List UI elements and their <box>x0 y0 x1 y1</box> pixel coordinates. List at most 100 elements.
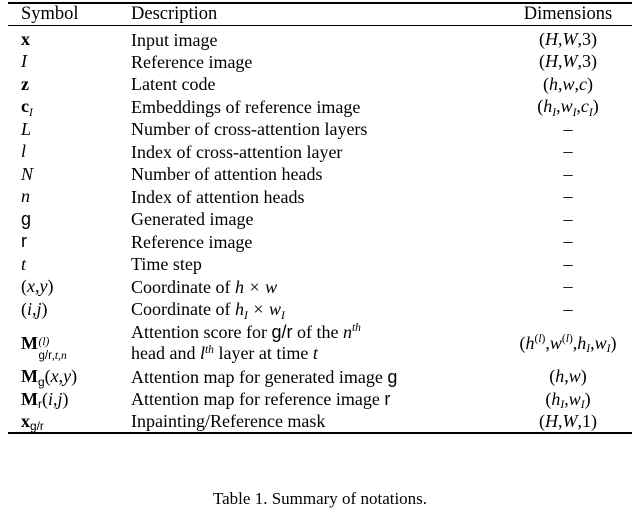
table-row: Mg(x,y) Attention map for generated imag… <box>8 366 632 389</box>
dash: – <box>563 163 573 184</box>
dim-w: w <box>560 96 573 117</box>
description-line-1: Attention score for g/r of the nth <box>131 321 361 342</box>
rparen: ) <box>584 388 591 409</box>
row-symbol-c-I: cI <box>8 96 124 118</box>
notation-table: Symbol Description Dimensions x Input im… <box>8 2 632 434</box>
dim-w: w <box>562 73 575 94</box>
table-row: x Input image (H,W,3) <box>8 25 632 51</box>
row-dimensions-x: (H,W,3) <box>504 25 632 51</box>
symbol-t: t <box>21 253 27 274</box>
dim-H: H <box>545 29 558 50</box>
dash: – <box>563 298 573 319</box>
symbol-x: x <box>21 410 30 431</box>
description-text: Time step <box>131 254 202 275</box>
row-description-t: Time step <box>124 253 504 276</box>
subscript-r: r <box>38 397 42 412</box>
subscript-I: I <box>243 309 248 322</box>
symbol-x: x <box>27 276 35 297</box>
symbol-M: M <box>21 332 38 353</box>
column-header-dimensions: Dimensions <box>523 4 613 24</box>
superscript-th: th <box>204 344 214 357</box>
symbol-y: y <box>63 366 72 387</box>
row-dimensions-n: – <box>504 186 632 209</box>
subscript-I: I <box>606 343 611 355</box>
caption-label: Table 1. <box>212 489 268 508</box>
superscript-l: (l) <box>534 333 546 346</box>
row-description-l: Index of cross-attention layer <box>124 141 504 164</box>
row-description-x-g-r: Inpainting/Reference mask <box>124 411 504 434</box>
dash: – <box>563 186 573 207</box>
row-description-I: Reference image <box>124 51 504 74</box>
symbol-w: w <box>268 299 281 320</box>
rparen: ) <box>62 388 69 409</box>
symbol-y: y <box>39 276 48 297</box>
description-text: Embeddings of reference image <box>131 96 361 117</box>
symbol-x: x <box>21 29 30 50</box>
superscript-l: (l) <box>38 336 50 349</box>
row-dimensions-l: – <box>504 141 632 164</box>
row-symbol-attention-score: M (l) g/r,t,n <box>8 321 124 366</box>
table-row: Mr(i,j) Attention map for reference imag… <box>8 388 632 411</box>
row-dimensions-g: – <box>504 208 632 231</box>
description-text: Attention map for generated image <box>131 366 383 387</box>
row-description-z: Latent code <box>124 73 504 96</box>
dash: – <box>563 253 573 274</box>
row-symbol-x: x <box>8 25 124 51</box>
description-text: Coordinate of <box>131 276 231 297</box>
table-row: I Reference image (H,W,3) <box>8 51 632 74</box>
row-dimensions-ij: – <box>504 298 632 321</box>
subscript-I: I <box>572 106 577 119</box>
table-row: N Number of attention heads – <box>8 163 632 186</box>
row-description-attention-score: Attention score for g/r of the nth head … <box>124 321 504 366</box>
table-row: (x,y) Coordinate of h × w – <box>8 276 632 299</box>
subscript-I: I <box>552 106 557 119</box>
subscript-I: I <box>588 106 593 119</box>
rparen: ) <box>592 96 599 117</box>
row-description-r: Reference image <box>124 231 504 254</box>
dim-h: h <box>577 332 587 353</box>
dim-w: w <box>568 388 581 409</box>
dim-3: 3 <box>582 51 591 72</box>
dash: – <box>563 276 573 297</box>
rparen: ) <box>580 366 587 387</box>
row-symbol-xy: (x,y) <box>8 276 124 299</box>
row-description-Mr: Attention map for reference image r <box>124 388 504 411</box>
row-description-Mg: Attention map for generated image g <box>124 366 504 389</box>
row-symbol-ij: (i,j) <box>8 298 124 321</box>
subscript-g: g <box>38 374 45 389</box>
row-dimensions-t: – <box>504 253 632 276</box>
rparen: ) <box>587 73 593 94</box>
row-description-c-I: Embeddings of reference image <box>124 96 504 119</box>
dim-W: W <box>562 29 578 50</box>
subscript-I: I <box>586 343 591 355</box>
rparen: ) <box>47 276 54 297</box>
symbol-g: g <box>387 366 398 387</box>
symbol-c: c <box>21 96 29 117</box>
description-text: Input image <box>131 29 218 50</box>
rparen: ) <box>41 298 48 319</box>
table-figure-page: Symbol Description Dimensions x Input im… <box>0 0 640 508</box>
row-description-g: Generated image <box>124 208 504 231</box>
row-dimensions-Mg: (h,w) <box>504 366 632 389</box>
row-dimensions-N: – <box>504 163 632 186</box>
symbol-N: N <box>21 163 34 184</box>
dim-H: H <box>545 51 558 72</box>
rparen: ) <box>591 410 597 431</box>
row-dimensions-z: (h,w,c) <box>504 73 632 96</box>
table-row: (i,j) Coordinate of hI × wI – <box>8 298 632 321</box>
dim-3: 3 <box>582 29 591 50</box>
description-text: Reference image <box>131 231 253 252</box>
row-symbol-N: N <box>8 163 124 186</box>
table-body: x Input image (H,W,3) I Reference image … <box>8 25 632 434</box>
table-row: n Index of attention heads – <box>8 186 632 209</box>
row-dimensions-r: – <box>504 231 632 254</box>
table-row: M (l) g/r,t,n Attention score for g/r of t… <box>8 321 632 366</box>
row-dimensions-attention-score: (h(l),w(l),hI,wI) <box>504 321 632 366</box>
description-text: Reference image <box>131 51 253 72</box>
symbol-I: I <box>21 51 27 72</box>
table-row: z Latent code (h,w,c) <box>8 73 632 96</box>
row-symbol-I: I <box>8 51 124 74</box>
row-dimensions-L: – <box>504 118 632 141</box>
dash: – <box>563 208 573 229</box>
dash: – <box>563 231 573 252</box>
